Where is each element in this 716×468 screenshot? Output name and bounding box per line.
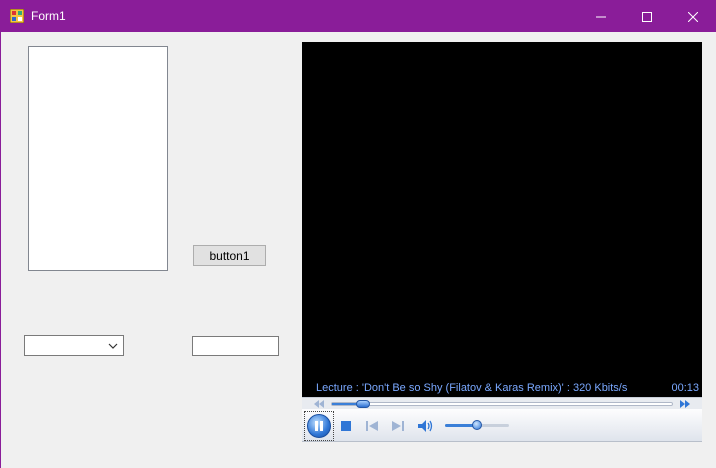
mute-button[interactable] (417, 418, 435, 434)
previous-button[interactable] (364, 419, 380, 433)
chevron-down-icon[interactable] (107, 340, 119, 352)
close-button[interactable] (670, 1, 716, 32)
pause-circle (307, 414, 331, 438)
stop-button[interactable] (339, 419, 353, 433)
close-icon (688, 11, 698, 22)
volume-icon (418, 420, 433, 432)
window-title: Form1 (31, 9, 66, 23)
player-controls (302, 409, 702, 442)
seek-bar-area (302, 397, 702, 409)
pause-button[interactable] (304, 411, 334, 441)
elapsed-time: 00:13 (671, 382, 699, 394)
combo-box[interactable] (24, 335, 124, 356)
minimize-button[interactable] (578, 1, 624, 32)
minimize-icon (596, 16, 606, 17)
video-area[interactable] (302, 42, 702, 396)
pause-icon (315, 421, 323, 431)
stop-icon (341, 421, 351, 431)
maximize-icon (642, 11, 652, 22)
volume-slider[interactable] (445, 420, 509, 430)
button1[interactable]: button1 (193, 245, 266, 266)
form1-window: Form1 button1 Lecture: 'Don't Be so Shy… (0, 0, 716, 468)
next-button[interactable] (390, 419, 406, 433)
title-bar[interactable]: Form1 (1, 1, 716, 32)
list-box[interactable] (28, 46, 168, 271)
next-track-icon (392, 421, 404, 431)
rewind-icon[interactable] (314, 400, 324, 408)
player-status-text: Lecture : 'Don't Be so Shy (Filatov & Ka… (316, 382, 628, 394)
text-box[interactable] (192, 336, 279, 356)
volume-thumb[interactable] (472, 420, 482, 430)
seek-thumb[interactable] (355, 400, 370, 408)
seek-slider[interactable] (331, 400, 673, 408)
fast-forward-icon[interactable] (680, 400, 690, 408)
previous-track-icon (366, 421, 378, 431)
media-player: Lecture : 'Don't Be so Shy (Filatov & Ka… (302, 42, 702, 442)
app-icon (10, 9, 24, 23)
maximize-button[interactable] (624, 1, 670, 32)
form-client-area: button1 Lecture : 'Don't Be so Shy (Fila… (1, 32, 716, 468)
